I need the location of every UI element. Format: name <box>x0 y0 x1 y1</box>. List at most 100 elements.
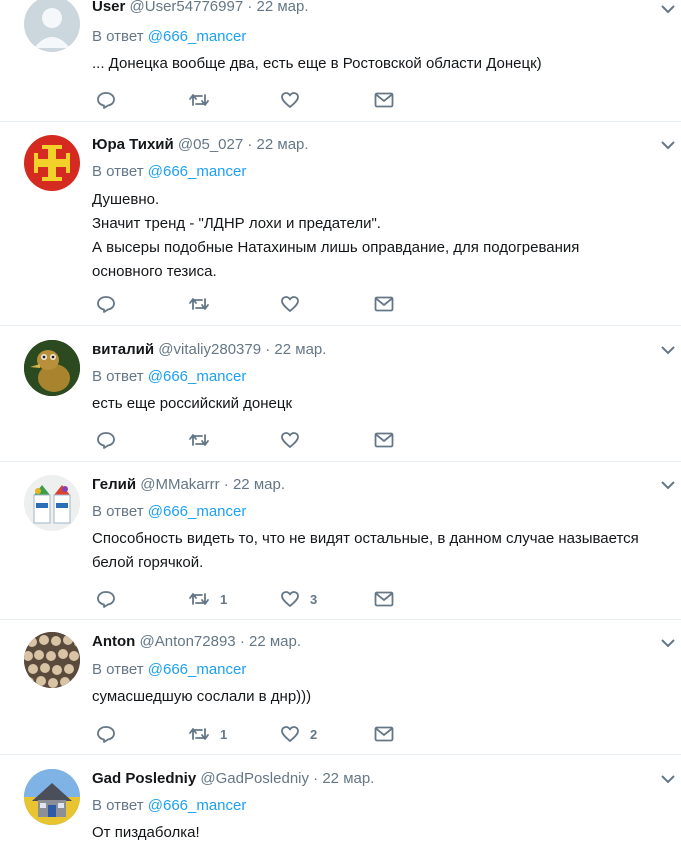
reply-button[interactable] <box>96 293 116 315</box>
reply-prefix: В ответ <box>92 368 144 385</box>
display-name[interactable]: User <box>92 0 125 15</box>
retweet-icon <box>189 94 209 106</box>
tweet-text: сумасшедшую сослали в днр))) <box>92 685 674 709</box>
reply-button[interactable] <box>96 723 116 745</box>
timestamp[interactable]: 22 мар. <box>274 341 326 358</box>
tweet-text-line: А высеры подобные Натахиным лишь оправда… <box>92 239 580 256</box>
direct-message-button[interactable] <box>374 723 394 745</box>
timestamp[interactable]: 22 мар. <box>249 633 301 650</box>
separator-dot: · <box>313 770 319 787</box>
tweet[interactable]: Anton @Anton72893 · 22 мар. В ответ @666… <box>0 620 681 755</box>
heart-icon <box>281 591 299 607</box>
user-handle[interactable]: @05_027 <box>178 136 243 153</box>
reply-prefix: В ответ <box>92 163 144 180</box>
timestamp[interactable]: 22 мар. <box>322 770 374 787</box>
retweet-button[interactable] <box>188 429 220 451</box>
timestamp[interactable]: 22 мар. <box>257 136 309 153</box>
mention-link[interactable]: @666_mancer <box>148 28 247 45</box>
user-handle[interactable]: @vitaliy280379 <box>158 341 261 358</box>
direct-message-button[interactable] <box>374 89 394 111</box>
avatar[interactable] <box>24 769 80 825</box>
tweet[interactable]: Юра Тихий @05_027 · 22 мар. В ответ @666… <box>0 122 681 326</box>
like-button[interactable] <box>280 89 310 111</box>
chevron-down-icon[interactable] <box>659 476 677 494</box>
tweet-text-line: ... Донецка вообще два, есть еще в Росто… <box>92 55 542 72</box>
chevron-down-icon[interactable] <box>659 341 677 359</box>
like-button[interactable] <box>280 429 310 451</box>
tweet-header: Юра Тихий @05_027 · 22 мар. <box>92 135 309 155</box>
reply-button[interactable] <box>96 89 116 111</box>
reply-icon <box>97 591 115 608</box>
avatar[interactable] <box>24 475 80 531</box>
display-name[interactable]: Gad Posledniy <box>92 770 196 787</box>
tweet-text: есть еще российский донецк <box>92 392 674 416</box>
chevron-down-icon[interactable] <box>659 0 677 18</box>
user-handle[interactable]: @User54776997 <box>130 0 244 15</box>
retweet-icon <box>189 434 209 446</box>
user-handle[interactable]: @MMakarrr <box>140 476 219 493</box>
tweet[interactable]: Gad Posledniy @GadPosledniy · 22 мар. В … <box>0 755 681 855</box>
reply-context: В ответ @666_mancer <box>92 660 246 680</box>
tweet-header: Anton @Anton72893 · 22 мар. <box>92 632 301 652</box>
direct-message-button[interactable] <box>374 588 394 610</box>
envelope-icon <box>374 591 394 607</box>
avatar[interactable] <box>24 135 80 191</box>
tweet-actions <box>92 89 412 111</box>
reply-prefix: В ответ <box>92 661 144 678</box>
mention-link[interactable]: @666_mancer <box>148 797 247 814</box>
retweet-icon <box>189 728 209 740</box>
direct-message-button[interactable] <box>374 293 394 315</box>
reply-icon <box>97 726 115 743</box>
like-button[interactable] <box>280 293 310 315</box>
mention-link[interactable]: @666_mancer <box>148 163 247 180</box>
chevron-down-icon[interactable] <box>659 634 677 652</box>
tweet-text-line: белой горячкой. <box>92 554 204 571</box>
envelope-icon <box>374 92 394 108</box>
avatar[interactable] <box>24 0 80 52</box>
mention-link[interactable]: @666_mancer <box>148 661 247 678</box>
timestamp[interactable]: 22 мар. <box>233 476 285 493</box>
reply-button[interactable] <box>96 429 116 451</box>
retweet-count: 1 <box>220 726 228 742</box>
tweet-text: От пиздаболка! <box>92 821 674 845</box>
reply-icon <box>97 92 115 109</box>
display-name[interactable]: Гелий <box>92 476 136 493</box>
avatar[interactable] <box>24 340 80 396</box>
user-handle[interactable]: @GadPosledniy <box>200 770 309 787</box>
envelope-icon <box>374 726 394 742</box>
tweet[interactable]: User @User54776997 · 22 мар. В ответ @66… <box>0 0 681 122</box>
display-name[interactable]: виталий <box>92 341 154 358</box>
avatar[interactable] <box>24 632 80 688</box>
tweet-actions: 1 2 <box>92 723 412 745</box>
like-button[interactable]: 2 <box>280 723 317 745</box>
tweet-actions <box>92 293 412 315</box>
tweet[interactable]: виталий @vitaliy280379 · 22 мар. В ответ… <box>0 326 681 462</box>
reply-prefix: В ответ <box>92 503 144 520</box>
chevron-down-icon[interactable] <box>659 136 677 154</box>
user-handle[interactable]: @Anton72893 <box>140 633 236 650</box>
reply-button[interactable] <box>96 588 116 610</box>
display-name[interactable]: Anton <box>92 633 135 650</box>
tweet-actions: 1 3 <box>92 588 412 610</box>
mention-link[interactable]: @666_mancer <box>148 368 247 385</box>
direct-message-button[interactable] <box>374 429 394 451</box>
retweet-button[interactable] <box>188 89 220 111</box>
retweet-button[interactable]: 1 <box>188 588 227 610</box>
retweet-count: 1 <box>220 591 228 607</box>
retweet-icon <box>189 298 209 310</box>
timestamp[interactable]: 22 мар. <box>257 0 309 15</box>
separator-dot: · <box>247 0 253 15</box>
tweet-text-line: сумасшедшую сослали в днр))) <box>92 688 312 705</box>
display-name[interactable]: Юра Тихий <box>92 136 174 153</box>
separator-dot: · <box>239 633 245 650</box>
separator-dot: · <box>223 476 229 493</box>
retweet-button[interactable]: 1 <box>188 723 227 745</box>
retweet-button[interactable] <box>188 293 220 315</box>
reply-context: В ответ @666_mancer <box>92 502 246 522</box>
reply-context: В ответ @666_mancer <box>92 162 246 182</box>
tweet[interactable]: Гелий @MMakarrr · 22 мар. В ответ @666_m… <box>0 462 681 620</box>
retweet-icon <box>189 593 209 605</box>
mention-link[interactable]: @666_mancer <box>148 503 247 520</box>
like-button[interactable]: 3 <box>280 588 317 610</box>
chevron-down-icon[interactable] <box>659 770 677 788</box>
